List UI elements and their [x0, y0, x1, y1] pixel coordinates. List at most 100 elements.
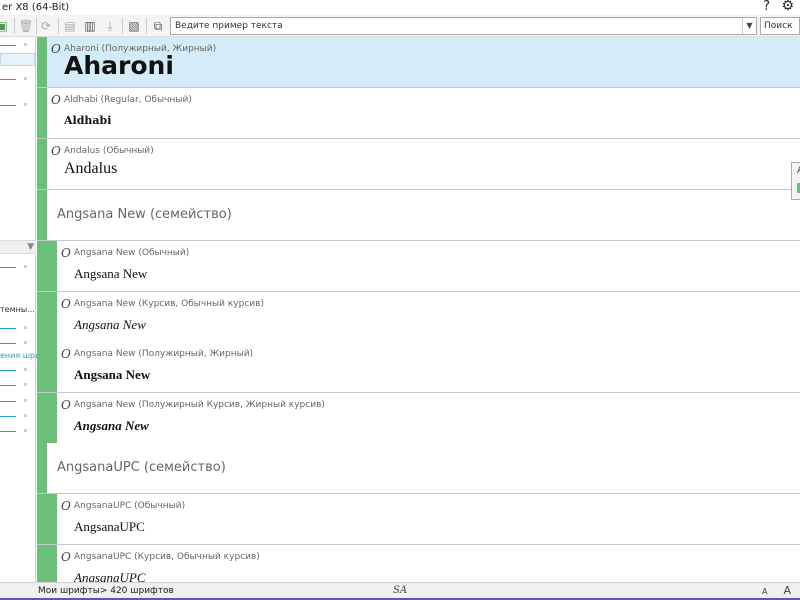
tree-item-link[interactable]: ения шри [0, 351, 40, 360]
row-accent-bar [37, 443, 47, 493]
tree-item[interactable] [0, 267, 16, 268]
row-accent-bar [47, 342, 57, 392]
view-mode-icon[interactable]: ⧉ [150, 18, 166, 34]
row-accent-bar [37, 37, 47, 87]
tree-item[interactable] [0, 45, 16, 46]
family-row-angsana-new[interactable]: Angsana New (семейство) [37, 190, 800, 241]
gear-icon[interactable]: ⚙ [781, 0, 794, 14]
font-row-angsanaupc-regular[interactable]: O AngsanaUPC (Обычный) AngsanaUPC [37, 494, 800, 545]
font-row-angsana-new-italic[interactable]: O Angsana New (Курсив, Обычный курсив) A… [37, 292, 800, 343]
tree-item-toggle-icon[interactable] [24, 326, 27, 329]
font-sample: AngsanaUPC [74, 570, 146, 582]
font-sample: Angsana New [74, 418, 149, 433]
tree-item-toggle-icon[interactable] [24, 368, 27, 371]
font-row-andalus[interactable]: O Andalus (Обычный) Andalus [37, 139, 800, 190]
family-accent-bar [37, 241, 47, 291]
font-row-angsanaupc-italic[interactable]: O AngsanaUPC (Курсив, Обычный курсив) An… [37, 545, 800, 582]
opentype-icon: O [61, 297, 71, 311]
tree-item-toggle-icon[interactable] [24, 429, 27, 432]
status-bar: Мои шрифты> 420 шрифтов SA A A [0, 582, 800, 600]
install-icon[interactable]: ⤓ [102, 18, 118, 34]
toolbar: ▣ 🗑 ⟳ ▤ ▥ ⤓ ▧ ⧉ Ведите пример текста ▼ П… [0, 15, 800, 37]
sample-text-value[interactable]: Ведите пример текста [175, 18, 283, 34]
opentype-icon: O [61, 550, 71, 564]
tree-item[interactable] [0, 343, 16, 344]
font-sample: Angsana New [74, 266, 148, 281]
tree-item-selected[interactable] [0, 53, 35, 66]
chevron-down-icon[interactable]: ▼ [742, 18, 756, 34]
toolbar-separator [36, 18, 37, 34]
tree-item[interactable] [0, 431, 16, 432]
left-panel: ▼ темны... ения шри [0, 37, 40, 582]
tree-item[interactable] [0, 370, 16, 371]
help-icon[interactable]: ? [763, 0, 770, 14]
tree-item[interactable] [0, 105, 16, 106]
font-row-aharoni[interactable]: O Aharoni (Полужирный, Жирный) Aharoni [37, 37, 800, 88]
refresh-icon[interactable]: ⟳ [38, 18, 54, 34]
font-size-small-glyph: A [762, 587, 768, 596]
family-label: Angsana New (семейство) [57, 207, 232, 222]
font-info-icon[interactable]: ▤ [62, 18, 78, 34]
search-placeholder: Поиск [764, 21, 793, 31]
tree-item-toggle-icon[interactable] [24, 399, 27, 402]
row-accent-bar [47, 292, 57, 342]
tree-item[interactable] [0, 79, 16, 80]
font-sample: AngsanaUPC [74, 519, 145, 534]
font-meta: AngsanaUPC (Обычный) [74, 501, 186, 511]
font-size-large-glyph: A [783, 584, 792, 597]
toolbar-separator [122, 18, 123, 34]
opentype-icon: O [61, 347, 71, 361]
add-font-icon[interactable]: ▥ [82, 18, 98, 34]
family-accent-bar [37, 292, 47, 342]
preview-popup[interactable]: A [791, 162, 800, 200]
opentype-icon: O [61, 398, 71, 412]
sample-style-icon[interactable]: SA [393, 585, 407, 596]
tree-item[interactable] [0, 385, 16, 386]
delete-icon[interactable]: 🗑 [18, 18, 34, 34]
font-row-aldhabi[interactable]: O Aldhabi (Regular, Обычный) Aldhabi [37, 88, 800, 139]
opentype-icon: O [51, 42, 61, 56]
tree-item-toggle-icon[interactable] [24, 77, 27, 80]
font-list: O Aharoni (Полужирный, Жирный) Aharoni O… [37, 37, 800, 582]
tree-item-toggle-icon[interactable] [24, 43, 27, 46]
tree-item[interactable] [0, 328, 16, 329]
tree-item[interactable] [0, 401, 16, 402]
filter-icon[interactable]: ▼ [27, 242, 34, 252]
opentype-icon: O [51, 93, 61, 107]
family-accent-bar [37, 393, 47, 443]
tree-item-toggle-icon[interactable] [24, 383, 27, 386]
search-input[interactable]: Поиск [760, 17, 800, 35]
tree-item-toggle-icon[interactable] [24, 414, 27, 417]
remove-font-icon[interactable]: ▧ [126, 18, 142, 34]
family-label: AngsanaUPC (семейство) [57, 460, 226, 475]
add-collection-icon[interactable]: ▣ [0, 18, 10, 34]
font-sample: Aldhabi [64, 114, 112, 127]
font-meta: Andalus (Обычный) [64, 146, 154, 156]
tree-item-toggle-icon[interactable] [24, 103, 27, 106]
opentype-icon: O [51, 144, 61, 158]
window-title: er X8 (64-Bit) [2, 2, 70, 13]
font-meta: Angsana New (Обычный) [74, 248, 190, 258]
font-row-angsana-new-regular[interactable]: O Angsana New (Обычный) Angsana New [37, 241, 800, 292]
font-meta: Angsana New (Курсив, Обычный курсив) [74, 299, 264, 309]
opentype-icon: O [61, 499, 71, 513]
tree-item-label[interactable]: темны... [0, 305, 35, 314]
font-row-angsana-new-bold[interactable]: O Angsana New (Полужирный, Жирный) Angsa… [37, 342, 800, 393]
tree-item-toggle-icon[interactable] [24, 265, 27, 268]
font-row-angsana-new-bold-italic[interactable]: O Angsana New (Полужирный Курсив, Жирный… [37, 393, 800, 444]
panel-splitter[interactable]: ▼ [0, 240, 36, 254]
tree-item[interactable] [0, 416, 16, 417]
toolbar-separator [146, 18, 147, 34]
row-accent-bar [47, 393, 57, 443]
tree-item-toggle-icon[interactable] [24, 341, 27, 344]
font-meta: Aldhabi (Regular, Обычный) [64, 95, 192, 105]
family-row-angsanaupc[interactable]: AngsanaUPC (семейство) [37, 443, 800, 494]
title-bar: er X8 (64-Bit) ? ⚙ [0, 0, 800, 15]
sample-text-combo[interactable]: Ведите пример текста ▼ [170, 17, 757, 35]
row-accent-bar [47, 494, 57, 544]
row-accent-bar [37, 190, 47, 240]
row-accent-bar [37, 88, 47, 138]
toolbar-separator [14, 18, 15, 34]
family-accent-bar [37, 342, 47, 392]
toolbar-separator [58, 18, 59, 34]
